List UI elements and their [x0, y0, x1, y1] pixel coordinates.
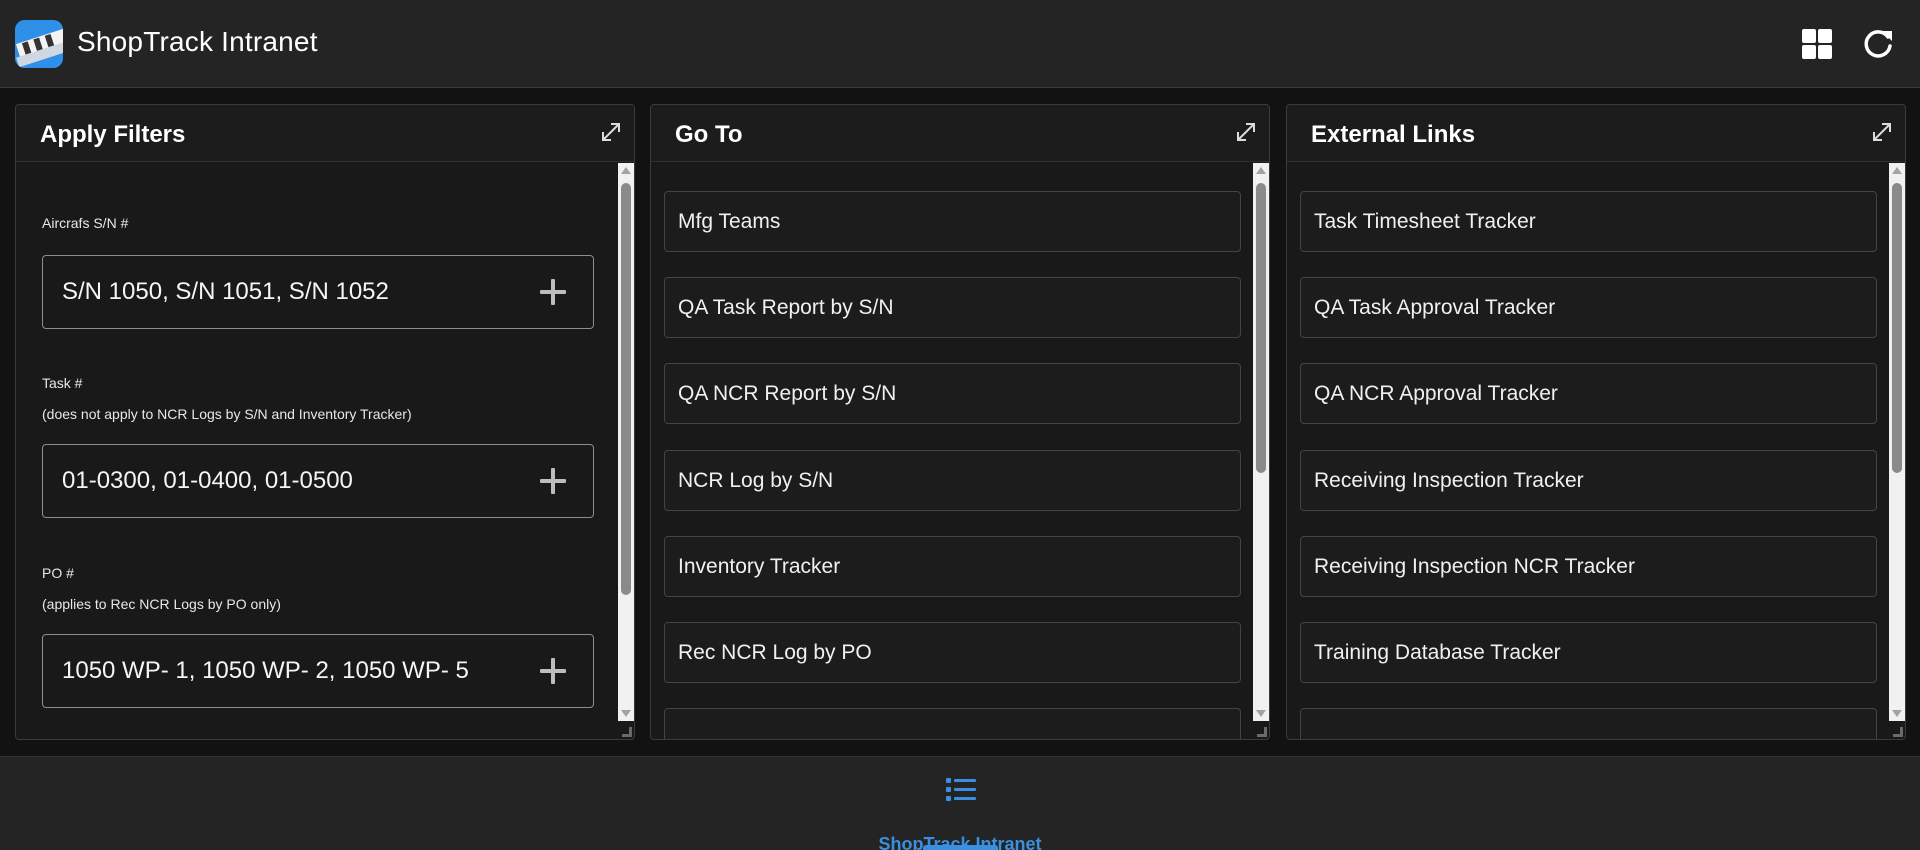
link-qa-ncr-approval[interactable]: QA NCR Approval Tracker [1300, 363, 1877, 424]
scrollbar[interactable] [1253, 163, 1269, 721]
add-icon[interactable] [539, 657, 567, 685]
grid-layout-button[interactable] [1799, 26, 1835, 62]
link-label: QA NCR Report by S/N [678, 382, 897, 405]
goto-qa-ncr-report[interactable]: QA NCR Report by S/N [664, 363, 1241, 424]
panel-title: External Links [1311, 121, 1476, 148]
po-note: (applies to Rec NCR Logs by PO only) [42, 596, 281, 612]
link-label: QA NCR Approval Tracker [1314, 382, 1558, 405]
list-icon [946, 778, 976, 801]
scroll-down-icon[interactable] [621, 710, 631, 717]
link-label: Rec NCR Log by PO [678, 641, 872, 664]
link-label: Inventory Tracker [678, 555, 841, 578]
goto-rec-ncr-log[interactable]: Rec NCR Log by PO [664, 622, 1241, 683]
aircraft-sn-label: Aircrafs S/N # [42, 215, 129, 231]
panel-header: External Links [1287, 105, 1905, 162]
link-label: Task Timesheet Tracker [1314, 210, 1536, 233]
footer-tab-shoptrack[interactable]: ShopTrack Intranet [860, 777, 1060, 850]
goto-inventory-tracker[interactable]: Inventory Tracker [664, 536, 1241, 597]
active-tab-indicator [923, 845, 998, 850]
link-label: Mfg Teams [678, 210, 781, 233]
panel-title: Apply Filters [40, 121, 186, 148]
panel-header: Apply Filters [16, 105, 634, 162]
scroll-thumb[interactable] [621, 183, 631, 595]
link-task-timesheet[interactable]: Task Timesheet Tracker [1300, 191, 1877, 252]
goto-qa-task-report[interactable]: QA Task Report by S/N [664, 277, 1241, 338]
scroll-thumb[interactable] [1256, 183, 1266, 473]
expand-icon[interactable] [1869, 119, 1895, 145]
filters-body: Aircrafs S/N # S/N 1050, S/N 1051, S/N 1… [16, 163, 616, 739]
go-to-panel: Go To Mfg Teams QA Task Report by S/N QA… [650, 104, 1270, 740]
add-icon[interactable] [539, 278, 567, 306]
add-icon[interactable] [539, 467, 567, 495]
po-field[interactable]: 1050 WP- 1, 1050 WP- 2, 1050 WP- 5 [42, 634, 594, 708]
goto-next-item[interactable] [664, 708, 1241, 739]
task-field[interactable]: 01-0300, 01-0400, 01-0500 [42, 444, 594, 518]
link-label: Receiving Inspection NCR Tracker [1314, 555, 1635, 578]
panel-title: Go To [675, 121, 743, 148]
app-title: ShopTrack Intranet [77, 26, 318, 57]
resize-grip-icon[interactable] [1893, 727, 1903, 737]
expand-icon[interactable] [1233, 119, 1259, 145]
link-next-item[interactable] [1300, 708, 1877, 739]
scroll-thumb[interactable] [1892, 183, 1902, 473]
link-training-database[interactable]: Training Database Tracker [1300, 622, 1877, 683]
expand-icon[interactable] [598, 119, 624, 145]
resize-grip-icon[interactable] [1257, 727, 1267, 737]
link-qa-task-approval[interactable]: QA Task Approval Tracker [1300, 277, 1877, 338]
scrollbar[interactable] [1889, 163, 1905, 721]
link-label: QA Task Approval Tracker [1314, 296, 1556, 319]
goto-ncr-log[interactable]: NCR Log by S/N [664, 450, 1241, 511]
scrollbar[interactable] [618, 163, 634, 721]
scroll-up-icon[interactable] [1892, 167, 1902, 174]
refresh-button[interactable] [1860, 26, 1896, 62]
external-links-list: Task Timesheet Tracker QA Task Approval … [1287, 163, 1887, 739]
scroll-down-icon[interactable] [1892, 710, 1902, 717]
po-label: PO # [42, 565, 74, 581]
resize-grip-icon[interactable] [622, 727, 632, 737]
task-value: 01-0300, 01-0400, 01-0500 [62, 467, 353, 494]
refresh-icon [1864, 30, 1892, 58]
scroll-up-icon[interactable] [1256, 167, 1266, 174]
link-receiving-inspection-ncr[interactable]: Receiving Inspection NCR Tracker [1300, 536, 1877, 597]
goto-mfg-teams[interactable]: Mfg Teams [664, 191, 1241, 252]
po-value: 1050 WP- 1, 1050 WP- 2, 1050 WP- 5 [62, 657, 469, 684]
apply-filters-panel: Apply Filters Aircrafs S/N # S/N 1050, S… [15, 104, 635, 740]
scroll-up-icon[interactable] [621, 167, 631, 174]
grid-layout-icon [1802, 29, 1832, 59]
link-label: Training Database Tracker [1314, 641, 1561, 664]
task-note: (does not apply to NCR Logs by S/N and I… [42, 406, 412, 422]
aircraft-sn-value: S/N 1050, S/N 1051, S/N 1052 [62, 278, 389, 305]
link-label: QA Task Report by S/N [678, 296, 894, 319]
aircraft-sn-field[interactable]: S/N 1050, S/N 1051, S/N 1052 [42, 255, 594, 329]
bottom-navigation: ShopTrack Intranet [0, 756, 1920, 850]
task-label: Task # [42, 375, 83, 391]
panel-header: Go To [651, 105, 1269, 162]
link-label: Receiving Inspection Tracker [1314, 469, 1584, 492]
scroll-down-icon[interactable] [1256, 710, 1266, 717]
external-links-panel: External Links Task Timesheet Tracker QA… [1286, 104, 1906, 740]
link-receiving-inspection[interactable]: Receiving Inspection Tracker [1300, 450, 1877, 511]
link-label: NCR Log by S/N [678, 469, 834, 492]
go-to-list: Mfg Teams QA Task Report by S/N QA NCR R… [651, 163, 1251, 739]
app-logo-icon [15, 20, 63, 68]
app-header: ShopTrack Intranet [0, 0, 1920, 88]
